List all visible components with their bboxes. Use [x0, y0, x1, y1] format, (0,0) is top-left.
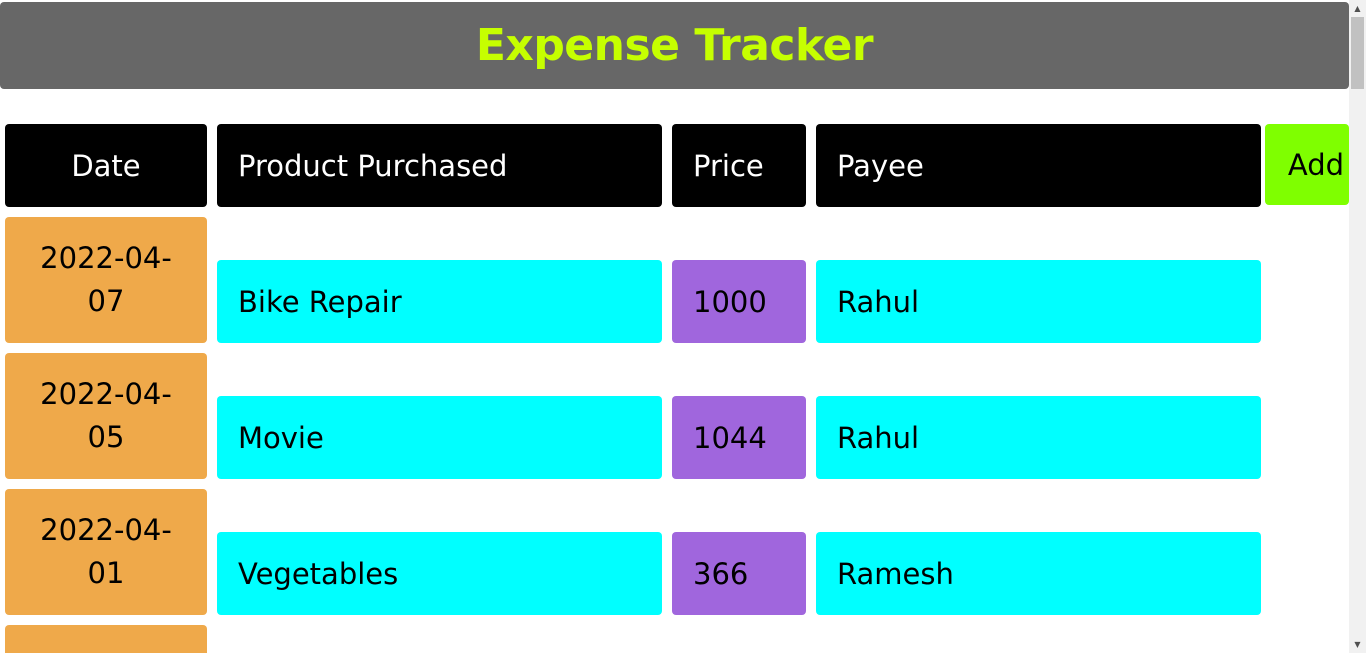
column-header-product: Product Purchased	[217, 124, 662, 207]
date-line-2: 01	[87, 556, 125, 590]
scrollbar-thumb[interactable]	[1351, 17, 1364, 89]
page: Expense Tracker Date Product Purchased P…	[0, 0, 1366, 653]
triangle-up-icon[interactable]: ▲	[1349, 0, 1366, 17]
column-header-date: Date	[5, 124, 207, 207]
column-header-payee: Payee	[816, 124, 1261, 207]
table-row-price: 366	[672, 532, 806, 615]
table-row-product: Vegetables	[217, 532, 662, 615]
date-line-2: 05	[87, 420, 125, 454]
table-row-payee: Rahul	[816, 260, 1261, 343]
table-row-price: 1000	[672, 260, 806, 343]
triangle-down-icon[interactable]: ▼	[1349, 636, 1366, 653]
page-title: Expense Tracker	[475, 20, 874, 71]
table-row-product: Bike Repair	[217, 260, 662, 343]
date-line-1: 2022-04-	[40, 513, 172, 547]
table-row-product: Movie	[217, 396, 662, 479]
table-row-date-partial	[5, 625, 207, 653]
table-row-date: 2022-04- 01	[5, 489, 207, 615]
date-line-1: 2022-04-	[40, 377, 172, 411]
app-header: Expense Tracker	[0, 2, 1349, 89]
vertical-scrollbar[interactable]: ▲ ▼	[1349, 0, 1366, 653]
table-row-price: 1044	[672, 396, 806, 479]
table-row-date: 2022-04- 05	[5, 353, 207, 479]
table-row-payee: Rahul	[816, 396, 1261, 479]
date-line-2: 07	[87, 284, 125, 318]
column-header-price: Price	[672, 124, 806, 207]
add-button[interactable]: Add	[1265, 124, 1349, 205]
table-row-payee: Ramesh	[816, 532, 1261, 615]
date-line-1: 2022-04-	[40, 241, 172, 275]
table-row-date: 2022-04- 07	[5, 217, 207, 343]
